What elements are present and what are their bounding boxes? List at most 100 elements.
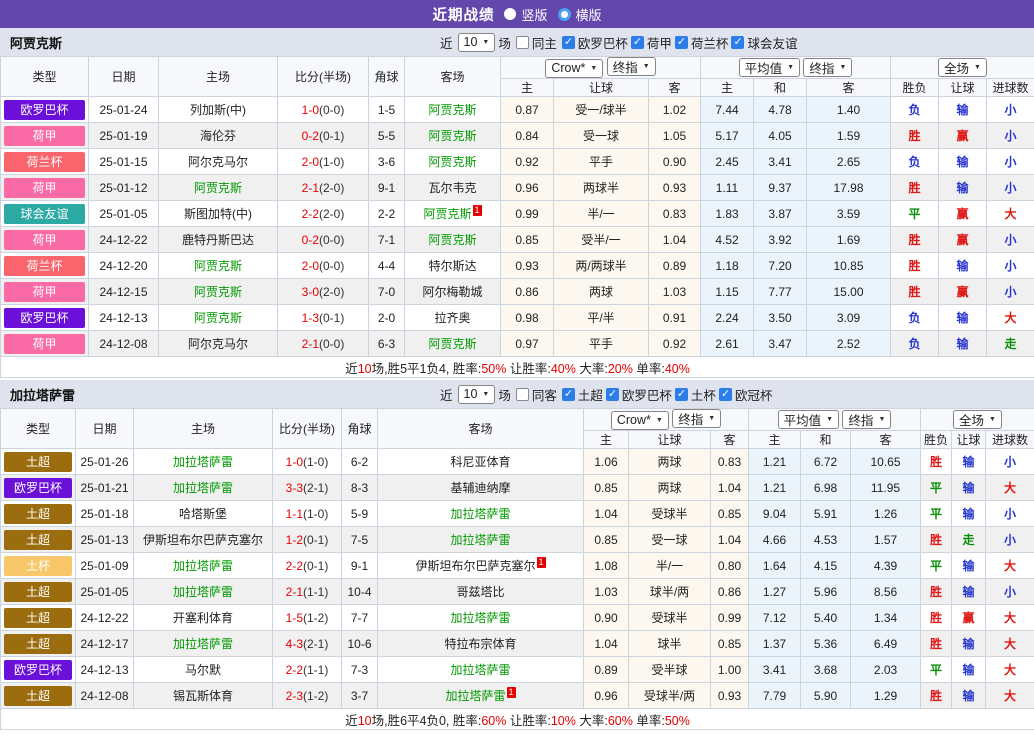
scope-select[interactable]: 全场▼ bbox=[938, 58, 987, 77]
score-cell: 1-5(1-2) bbox=[273, 605, 342, 631]
away-team-link[interactable]: 特拉布宗体育 bbox=[444, 637, 516, 651]
home-team-cell: 阿贾克斯 bbox=[159, 279, 278, 305]
layout-vertical-radio[interactable] bbox=[504, 8, 516, 20]
league-type-cell: 荷甲 bbox=[1, 279, 89, 305]
away-team-link[interactable]: 阿贾克斯 bbox=[423, 207, 471, 221]
league-checkbox-1[interactable] bbox=[606, 388, 619, 401]
away-team-link[interactable]: 加拉塔萨雷 bbox=[450, 507, 510, 521]
away-team-link[interactable]: 基辅迪纳摩 bbox=[450, 481, 510, 495]
home-team-link[interactable]: 加拉塔萨雷 bbox=[173, 559, 233, 573]
scope-select[interactable]: 全场▼ bbox=[953, 410, 1002, 429]
bookmaker-stage-select[interactable]: 终指▼ bbox=[672, 409, 721, 428]
league-checkbox-0[interactable] bbox=[562, 36, 575, 49]
away-odds: 0.83 bbox=[711, 449, 749, 475]
handicap-line: 受半/一 bbox=[554, 227, 649, 253]
home-team-link[interactable]: 锡瓦斯体育 bbox=[173, 689, 233, 703]
league-checkbox-2[interactable] bbox=[675, 36, 688, 49]
home-team-link[interactable]: 哈塔斯堡 bbox=[179, 507, 227, 521]
bookmaker-stage-select[interactable]: 终指▼ bbox=[607, 57, 656, 76]
result: 平 bbox=[921, 475, 952, 501]
chevron-down-icon: ▼ bbox=[656, 417, 663, 424]
match-count-select[interactable]: 10 ▼ bbox=[458, 33, 496, 52]
average-stage-select[interactable]: 终指▼ bbox=[842, 410, 891, 429]
match-date: 24-12-08 bbox=[89, 331, 159, 357]
layout-horizontal-radio[interactable] bbox=[558, 8, 571, 21]
away-team-link[interactable]: 拉齐奥 bbox=[434, 311, 470, 325]
home-team-link[interactable]: 阿贾克斯 bbox=[194, 285, 242, 299]
home-team-link[interactable]: 斯图加特(中) bbox=[184, 207, 252, 221]
home-team-link[interactable]: 开塞利体育 bbox=[173, 611, 233, 625]
away-team-link[interactable]: 加拉塔萨雷 bbox=[450, 533, 510, 547]
match-row: 土超25-01-13伊斯坦布尔巴萨克塞尔1-2(0-1)7-5加拉塔萨雷0.85… bbox=[1, 527, 1034, 553]
away-team-cell: 阿贾克斯 bbox=[405, 149, 501, 175]
home-team-link[interactable]: 阿贾克斯 bbox=[194, 181, 242, 195]
home-team-link[interactable]: 列加斯(中) bbox=[190, 103, 246, 117]
average-stage-select[interactable]: 终指▼ bbox=[803, 58, 852, 77]
away-team-link[interactable]: 伊斯坦布尔巴萨克塞尔 bbox=[415, 559, 535, 573]
home-team-link[interactable]: 加拉塔萨雷 bbox=[173, 481, 233, 495]
average-select[interactable]: 平均值▼ bbox=[739, 58, 800, 77]
avg-draw-odds: 3.92 bbox=[754, 227, 807, 253]
home-team-cell: 锡瓦斯体育 bbox=[134, 683, 273, 709]
avg-home-odds: 1.37 bbox=[749, 631, 801, 657]
home-team-link[interactable]: 海伦芬 bbox=[200, 129, 236, 143]
match-row: 土超24-12-22开塞利体育1-5(1-2)7-7加拉塔萨雷0.90受球半0.… bbox=[1, 605, 1034, 631]
league-type-badge: 土超 bbox=[4, 686, 72, 706]
league-checkbox-3[interactable] bbox=[719, 388, 732, 401]
away-team-link[interactable]: 阿贾克斯 bbox=[428, 233, 476, 247]
same-venue-checkbox[interactable] bbox=[516, 388, 529, 401]
away-team-link[interactable]: 哥兹塔比 bbox=[456, 585, 504, 599]
home-team-cell: 斯图加特(中) bbox=[159, 201, 278, 227]
away-team-link[interactable]: 阿贾克斯 bbox=[428, 129, 476, 143]
home-team-link[interactable]: 加拉塔萨雷 bbox=[173, 585, 233, 599]
home-team-link[interactable]: 阿贾克斯 bbox=[194, 311, 242, 325]
away-team-link[interactable]: 科尼亚体育 bbox=[450, 455, 510, 469]
away-team-link[interactable]: 加拉塔萨雷 bbox=[445, 689, 505, 703]
avg-draw-odds: 3.41 bbox=[754, 149, 807, 175]
away-team-link[interactable]: 阿贾克斯 bbox=[428, 155, 476, 169]
away-team-cell: 加拉塔萨雷 bbox=[378, 501, 584, 527]
home-odds: 0.99 bbox=[501, 201, 554, 227]
avg-away-odds: 2.52 bbox=[807, 331, 891, 357]
same-venue-label: 同客 bbox=[532, 385, 557, 404]
away-team-link[interactable]: 阿尔梅勒城 bbox=[422, 285, 482, 299]
col-avg-away: 客 bbox=[807, 79, 891, 97]
handicap-line: 半/一 bbox=[629, 553, 711, 579]
home-team-link[interactable]: 阿尔克马尔 bbox=[188, 337, 248, 351]
home-team-link[interactable]: 马尔默 bbox=[185, 663, 221, 677]
home-team-link[interactable]: 阿贾克斯 bbox=[194, 259, 242, 273]
league-type-badge: 荷甲 bbox=[4, 282, 85, 302]
chevron-down-icon: ▼ bbox=[878, 416, 885, 423]
match-count-select[interactable]: 10 ▼ bbox=[458, 385, 496, 404]
away-team-link[interactable]: 加拉塔萨雷 bbox=[450, 663, 510, 677]
home-odds: 0.96 bbox=[584, 683, 629, 709]
handicap-result: 输 bbox=[939, 149, 987, 175]
same-venue-checkbox[interactable] bbox=[516, 36, 529, 49]
away-team-link[interactable]: 加拉塔萨雷 bbox=[450, 611, 510, 625]
handicap-line: 两球 bbox=[554, 279, 649, 305]
match-row: 土超25-01-26加拉塔萨雷1-0(1-0)6-2科尼亚体育1.06两球0.8… bbox=[1, 449, 1034, 475]
home-team-link[interactable]: 加拉塔萨雷 bbox=[173, 455, 233, 469]
away-team-link[interactable]: 特尔斯达 bbox=[428, 259, 476, 273]
league-checkbox-1[interactable] bbox=[631, 36, 644, 49]
home-team-link[interactable]: 加拉塔萨雷 bbox=[173, 637, 233, 651]
away-team-link[interactable]: 阿贾克斯 bbox=[428, 337, 476, 351]
bookmaker-select[interactable]: Crow*▼ bbox=[611, 411, 669, 430]
average-select[interactable]: 平均值▼ bbox=[778, 410, 839, 429]
league-checkbox-3[interactable] bbox=[731, 36, 744, 49]
away-team-link[interactable]: 瓦尔韦克 bbox=[428, 181, 476, 195]
result: 负 bbox=[891, 305, 939, 331]
col-odds-away: 客 bbox=[649, 79, 701, 97]
result: 胜 bbox=[921, 631, 952, 657]
league-type-badge: 荷甲 bbox=[4, 126, 85, 146]
red-card-count: 1 bbox=[537, 557, 546, 568]
corner-count: 7-5 bbox=[342, 527, 378, 553]
away-team-link[interactable]: 阿贾克斯 bbox=[428, 103, 476, 117]
league-checkbox-0[interactable] bbox=[562, 388, 575, 401]
league-checkbox-2[interactable] bbox=[675, 388, 688, 401]
avg-draw-odds: 3.47 bbox=[754, 331, 807, 357]
home-team-link[interactable]: 阿尔克马尔 bbox=[188, 155, 248, 169]
bookmaker-select[interactable]: Crow*▼ bbox=[545, 59, 603, 78]
home-team-link[interactable]: 鹿特丹斯巴达 bbox=[182, 233, 254, 247]
home-team-link[interactable]: 伊斯坦布尔巴萨克塞尔 bbox=[143, 533, 263, 547]
